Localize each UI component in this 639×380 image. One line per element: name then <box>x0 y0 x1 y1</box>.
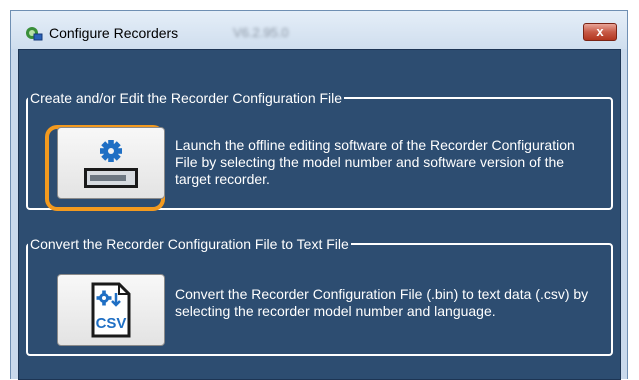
close-icon: x <box>596 24 604 39</box>
close-button[interactable]: x <box>583 23 617 41</box>
create-edit-group: Create and/or Edit the Recorder Configur… <box>26 90 613 211</box>
create-edit-group-title: Create and/or Edit the Recorder Configur… <box>30 90 343 106</box>
main-panel: Create and/or Edit the Recorder Configur… <box>18 49 621 380</box>
launch-offline-editor-button[interactable] <box>57 127 165 199</box>
convert-text-group: Convert the Recorder Configuration File … <box>26 236 613 356</box>
recorder-app-icon <box>26 27 43 41</box>
convert-text-description: Convert the Recorder Configuration File … <box>175 286 589 319</box>
convert-to-text-button[interactable]: CSV <box>57 274 165 346</box>
convert-text-group-title: Convert the Recorder Configuration File … <box>30 236 349 252</box>
create-edit-description: Launch the offline editing software of t… <box>175 137 575 187</box>
gear-recorder-icon <box>84 140 138 188</box>
configure-recorders-window: Configure Recorders V6.2.95.0 x Create a… <box>10 10 628 380</box>
csv-icon-label: CSV <box>96 315 127 332</box>
title-bar[interactable]: Configure Recorders V6.2.95.0 x <box>11 11 627 49</box>
version-label: V6.2.95.0 <box>233 25 289 40</box>
window-title: Configure Recorders <box>49 25 179 41</box>
csv-document-icon: CSV <box>91 282 131 338</box>
